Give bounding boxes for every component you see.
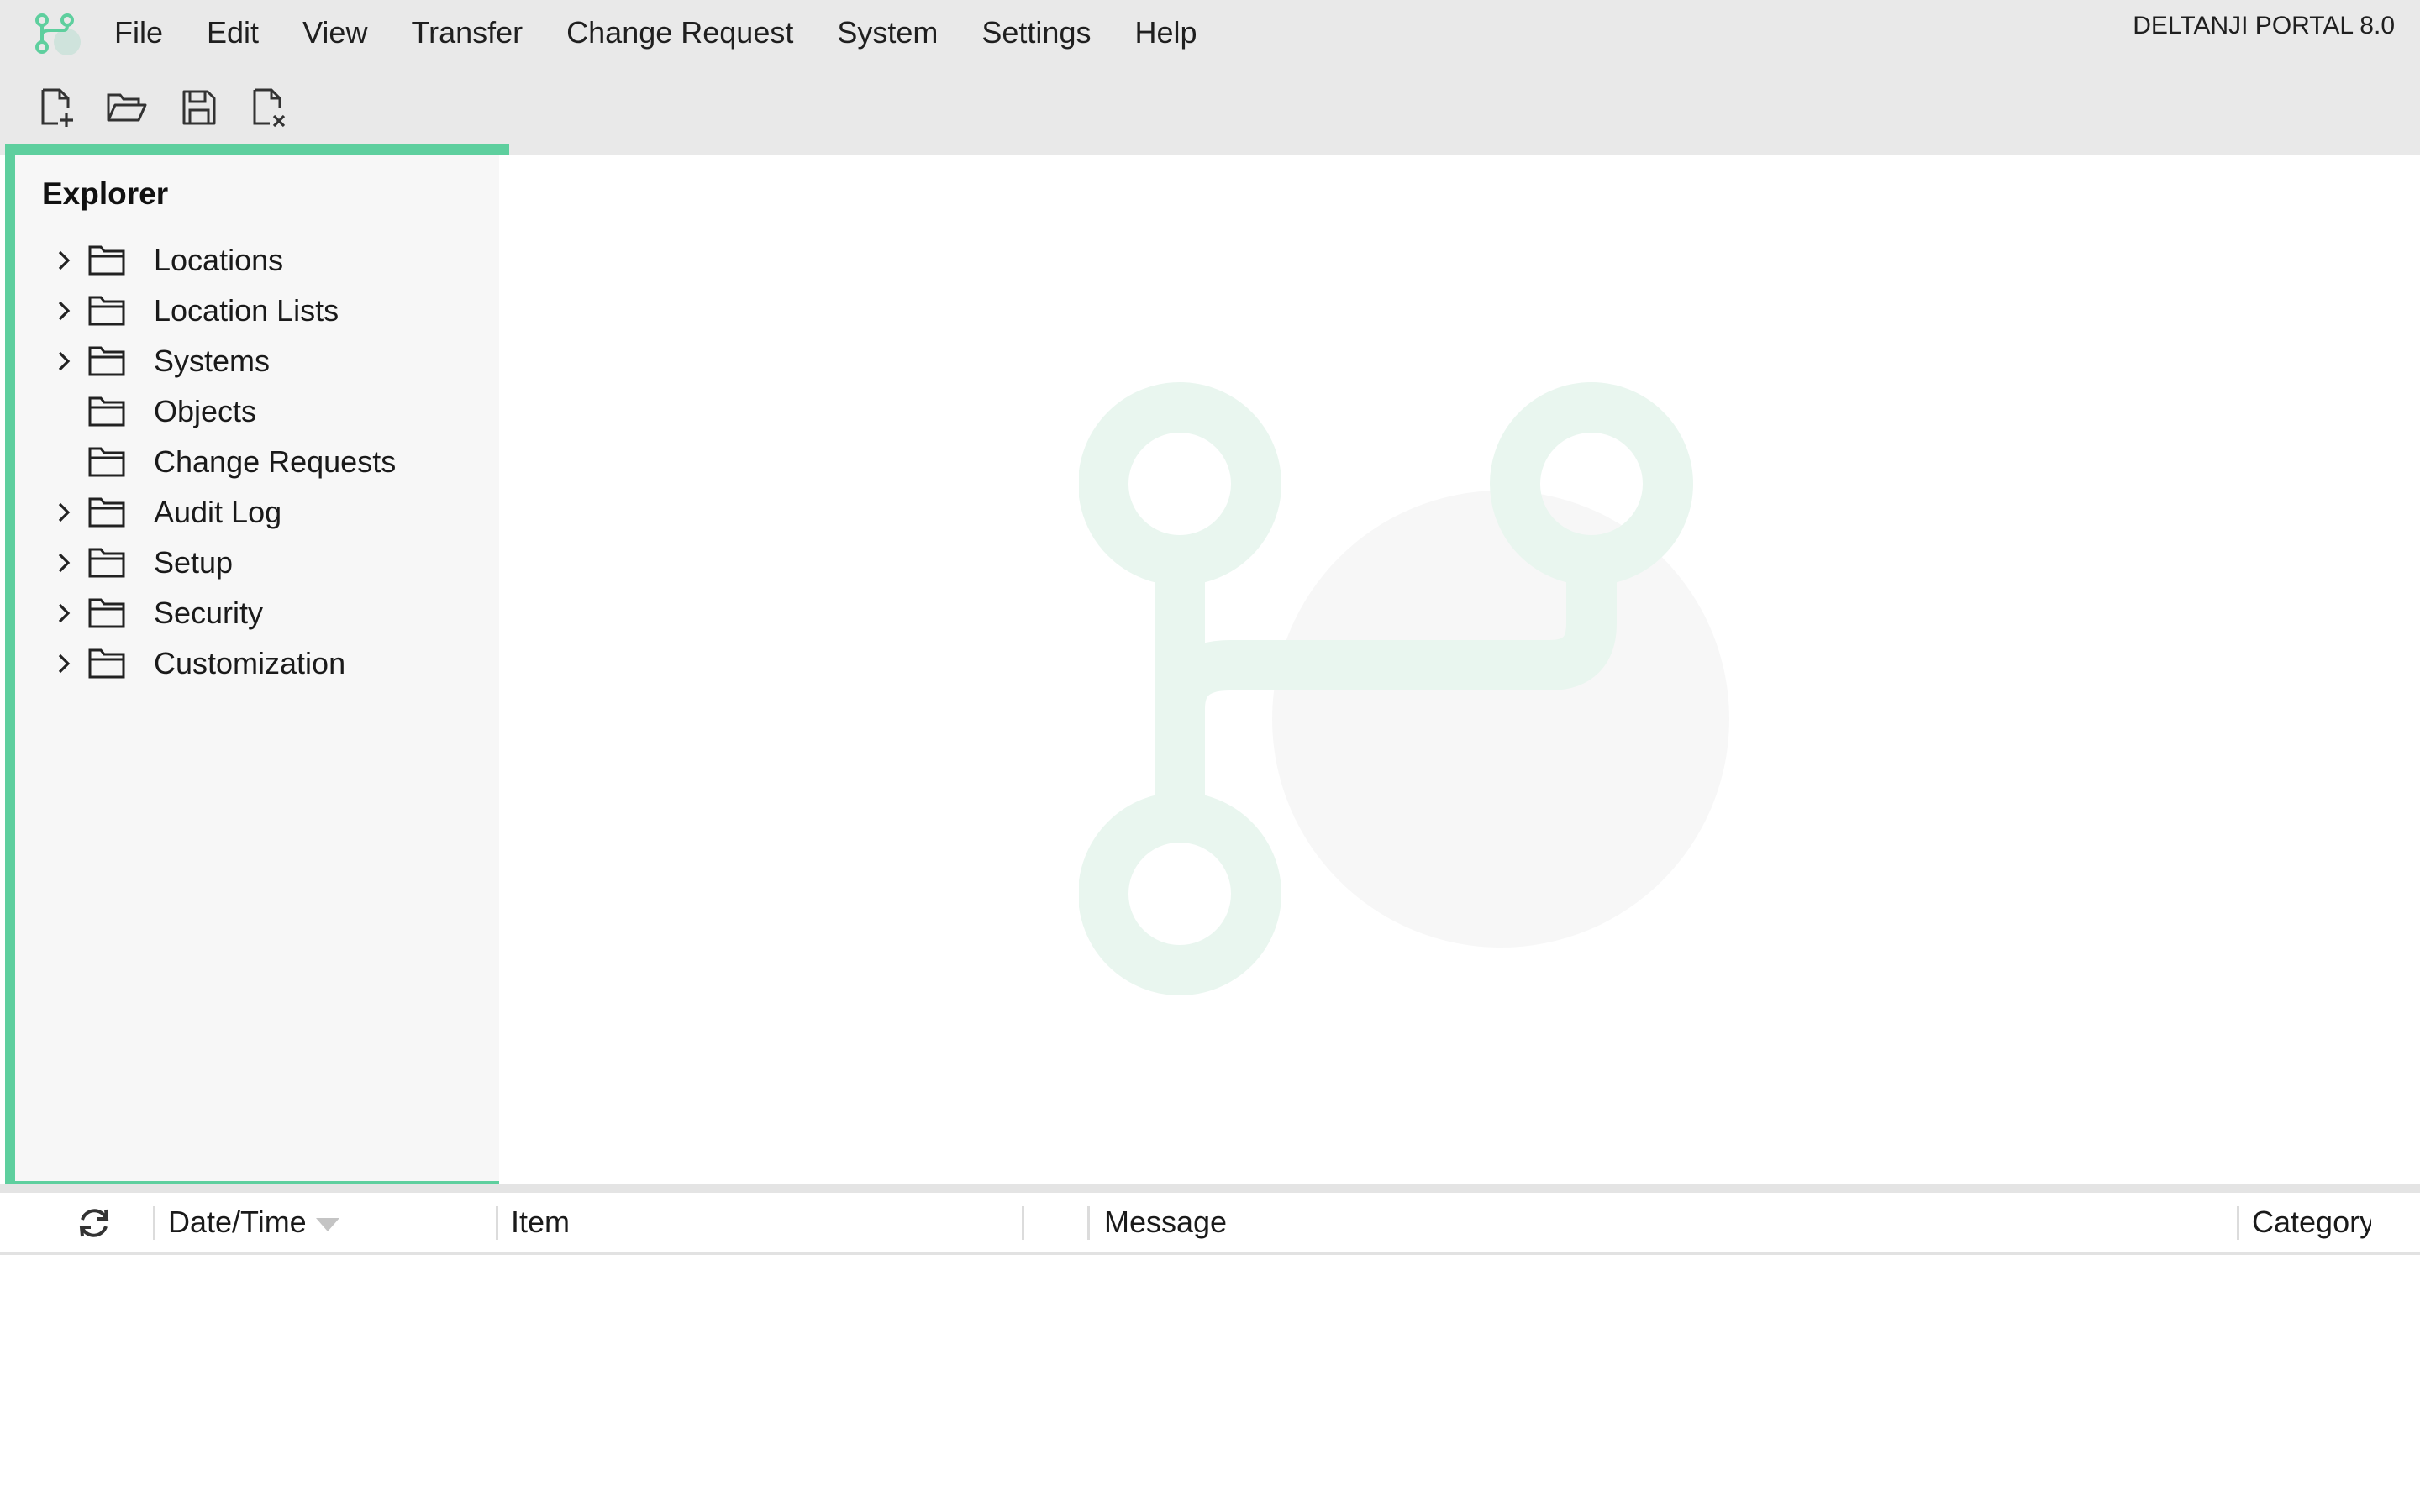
- menu-help[interactable]: Help: [1134, 15, 1197, 50]
- log-grid-header: Date/Time Item Message Category: [0, 1193, 2420, 1255]
- chevron-right-icon[interactable]: [49, 497, 79, 528]
- folder-icon: [87, 596, 126, 630]
- tree-item-locations[interactable]: Locations: [15, 235, 499, 286]
- menu-view[interactable]: View: [302, 15, 367, 50]
- close-file-button[interactable]: [245, 84, 292, 131]
- new-file-button[interactable]: [34, 84, 81, 131]
- folder-icon: [87, 496, 126, 529]
- save-button[interactable]: [175, 84, 222, 131]
- close-file-icon: [253, 88, 286, 128]
- folder-icon: [87, 344, 126, 378]
- chevron-right-icon[interactable]: [49, 598, 79, 628]
- main-workspace: [499, 155, 2420, 1184]
- column-separator[interactable]: [1022, 1206, 1024, 1240]
- column-separator[interactable]: [2237, 1206, 2239, 1240]
- column-header-category[interactable]: Category: [2252, 1205, 2371, 1240]
- chevron-right-icon[interactable]: [49, 548, 79, 578]
- tree-item-label: Location Lists: [154, 293, 339, 328]
- tree-item-label: Change Requests: [154, 444, 397, 479]
- open-button[interactable]: [103, 84, 150, 131]
- tree-item-customization[interactable]: Customization: [15, 638, 499, 689]
- tree-item-label: Systems: [154, 344, 271, 378]
- menu-items: File Edit View Transfer Change Request S…: [114, 0, 1241, 66]
- column-header-datetime[interactable]: Date/Time: [168, 1205, 307, 1240]
- column-header-category-clip: Category: [2252, 1205, 2371, 1243]
- tree-item-audit-log[interactable]: Audit Log: [15, 487, 499, 538]
- app-logo-icon[interactable]: [34, 10, 84, 57]
- new-file-icon: [41, 88, 73, 127]
- explorer-panel: Explorer Locations Location Lists System…: [5, 144, 509, 1191]
- menu-change-request[interactable]: Change Request: [566, 15, 793, 50]
- chevron-right-icon[interactable]: [49, 296, 79, 326]
- toolbar: [0, 66, 2420, 155]
- tree-item-label: Objects: [154, 394, 257, 428]
- column-separator[interactable]: [496, 1206, 498, 1240]
- menu-transfer[interactable]: Transfer: [411, 15, 523, 50]
- folder-icon: [87, 244, 126, 277]
- tree-item-security[interactable]: Security: [15, 588, 499, 638]
- folder-icon: [87, 647, 126, 680]
- menu-bar: File Edit View Transfer Change Request S…: [0, 0, 2420, 66]
- chevron-right-icon[interactable]: [49, 245, 79, 276]
- menu-file[interactable]: File: [114, 15, 163, 50]
- tree-item-label: Locations: [154, 243, 284, 277]
- tree-item-label: Customization: [154, 646, 346, 680]
- sort-descending-icon[interactable]: [316, 1218, 339, 1231]
- tree-item-location-lists[interactable]: Location Lists: [15, 286, 499, 336]
- open-folder-icon: [107, 93, 147, 122]
- chevron-right-icon[interactable]: [49, 648, 79, 679]
- log-grid-body: [0, 1255, 2420, 1512]
- tree-item-change-requests[interactable]: Change Requests: [15, 437, 499, 487]
- menu-system[interactable]: System: [837, 15, 938, 50]
- panel-splitter[interactable]: [0, 1184, 2420, 1193]
- folder-icon: [87, 445, 126, 479]
- product-name: DELTANJI PORTAL 8.0: [2133, 12, 2395, 39]
- folder-icon: [87, 294, 126, 328]
- tree-item-setup[interactable]: Setup: [15, 538, 499, 588]
- explorer-title: Explorer: [42, 176, 169, 211]
- explorer-tree: Locations Location Lists Systems Objects…: [15, 235, 499, 689]
- folder-icon: [87, 395, 126, 428]
- tree-item-label: Setup: [154, 545, 234, 580]
- column-header-message[interactable]: Message: [1104, 1205, 1227, 1240]
- refresh-icon[interactable]: [76, 1205, 113, 1242]
- column-separator[interactable]: [1087, 1206, 1090, 1240]
- menu-settings[interactable]: Settings: [981, 15, 1091, 50]
- menu-edit[interactable]: Edit: [207, 15, 259, 50]
- watermark-logo-icon: [1079, 382, 1729, 995]
- tree-item-systems[interactable]: Systems: [15, 336, 499, 386]
- save-icon: [182, 90, 216, 125]
- folder-icon: [87, 546, 126, 580]
- tree-item-label: Audit Log: [154, 495, 282, 529]
- column-separator[interactable]: [153, 1206, 155, 1240]
- tree-item-objects[interactable]: Objects: [15, 386, 499, 437]
- chevron-right-icon[interactable]: [49, 346, 79, 376]
- tree-item-label: Security: [154, 596, 264, 630]
- column-header-item[interactable]: Item: [511, 1205, 570, 1240]
